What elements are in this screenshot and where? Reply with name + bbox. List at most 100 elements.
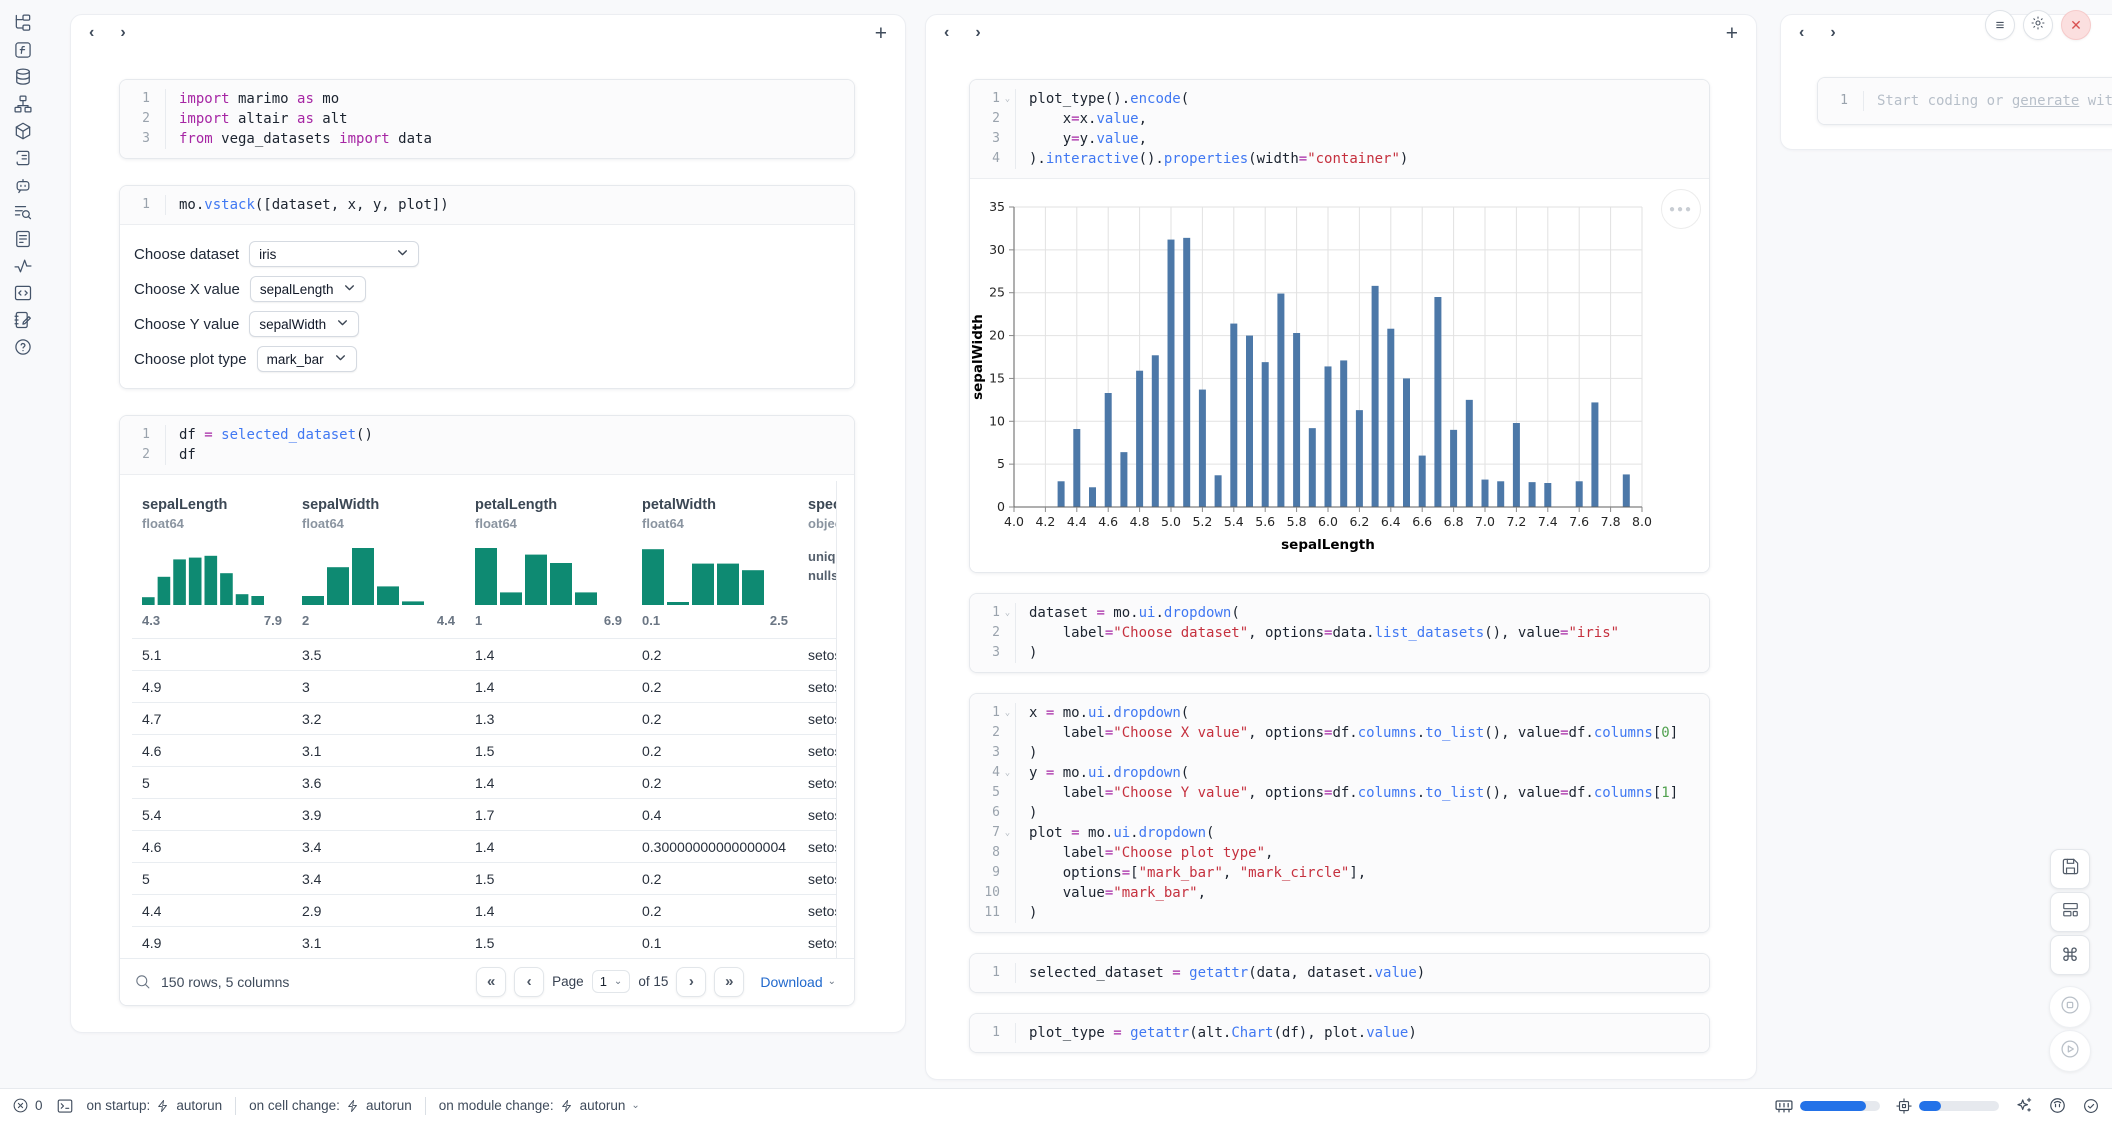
- chart-bar: [1105, 393, 1112, 507]
- chart-bar: [1591, 402, 1598, 507]
- code-line: 1⌄dataset = mo.ui.dropdown(: [970, 603, 1709, 623]
- memory-usage[interactable]: [1774, 1096, 1880, 1116]
- snippets-document-icon[interactable]: [12, 228, 34, 250]
- bar-chart[interactable]: 4.04.24.44.64.85.05.25.45.65.86.06.26.46…: [970, 181, 1709, 570]
- table-cell: setosa: [798, 831, 837, 863]
- code-editor[interactable]: 1plot_type = getattr(alt.Chart(df), plot…: [970, 1014, 1709, 1052]
- add-cell-button[interactable]: +: [1726, 23, 1738, 44]
- code-editor[interactable]: 1⌄dataset = mo.ui.dropdown(2 label="Choo…: [970, 594, 1709, 672]
- chevron-down-icon: [343, 281, 356, 297]
- play-icon: [2060, 1039, 2080, 1064]
- code-editor[interactable]: 1⌄plot_type().encode(2 x=x.value,3 y=y.v…: [970, 80, 1709, 178]
- table-row[interactable]: 5.13.51.40.2setosa: [132, 639, 837, 671]
- next-page-button[interactable]: ›: [676, 967, 706, 997]
- connection-status-icon[interactable]: [2082, 1097, 2100, 1115]
- last-page-button[interactable]: »: [714, 967, 744, 997]
- fold-toggle-icon[interactable]: ⌄: [1000, 89, 1015, 109]
- fold-toggle-icon[interactable]: ⌄: [1000, 703, 1015, 723]
- code-editor[interactable]: 1import marimo as mo2import altair as al…: [120, 80, 854, 158]
- scroll-left-button[interactable]: ‹: [89, 25, 94, 41]
- column-range: 0.12.5: [642, 613, 788, 632]
- chart-canvas: 4.04.24.44.64.85.05.25.45.65.86.06.26.46…: [970, 181, 1710, 565]
- layout-toggle-button[interactable]: [2050, 892, 2090, 932]
- code-line: 1plot_type = getattr(alt.Chart(df), plot…: [970, 1023, 1709, 1043]
- svg-text:35: 35: [989, 199, 1005, 214]
- stop-button[interactable]: [2049, 986, 2091, 1028]
- dropdown-select[interactable]: sepalLength: [250, 276, 367, 302]
- prev-page-button[interactable]: ‹: [514, 967, 544, 997]
- generate-with-ai-link[interactable]: generate: [2012, 93, 2079, 109]
- table-cell: 3.1: [292, 735, 465, 767]
- table-row[interactable]: 4.931.40.2setosa: [132, 671, 837, 703]
- table-row[interactable]: 4.63.11.50.2setosa: [132, 735, 837, 767]
- column-header[interactable]: petalWidthfloat640.12.5: [632, 481, 798, 639]
- dropdown-row: Choose datasetiris: [134, 241, 840, 267]
- code-editor[interactable]: 1⌄x = mo.ui.dropdown(2 label="Choose X v…: [970, 694, 1709, 932]
- settings-button[interactable]: [2023, 10, 2053, 40]
- code-editor[interactable]: 1df = selected_dataset()2df: [120, 416, 854, 474]
- scroll-right-button[interactable]: ›: [1830, 25, 1835, 41]
- notebook-edit-icon[interactable]: [12, 309, 34, 331]
- code-scratchpad-icon[interactable]: [12, 282, 34, 304]
- terminal-button[interactable]: [56, 1097, 74, 1115]
- dependency-graph-icon[interactable]: [12, 93, 34, 115]
- help-icon[interactable]: [12, 336, 34, 358]
- scroll-logs-icon[interactable]: [12, 147, 34, 169]
- function-square-icon[interactable]: [12, 39, 34, 61]
- table-row[interactable]: 5.43.91.70.4setosa: [132, 799, 837, 831]
- dropdown-select[interactable]: sepalWidth: [249, 311, 359, 337]
- code-editor[interactable]: 1 Start coding or generate with AI.: [1818, 78, 2112, 124]
- file-tree-icon[interactable]: [12, 12, 34, 34]
- fold-toggle-icon[interactable]: ⌄: [1000, 603, 1015, 623]
- ai-sparkles-button[interactable]: [2014, 1096, 2033, 1115]
- first-page-button[interactable]: «: [476, 967, 506, 997]
- table-footer: 150 rows, 5 columns « ‹ Page 1⌄ of 15 › …: [120, 958, 854, 1005]
- activity-pulse-icon[interactable]: [12, 255, 34, 277]
- on-startup-setting[interactable]: on startup: autorun: [87, 1098, 223, 1113]
- code-editor[interactable]: 1mo.vstack([dataset, x, y, plot]): [120, 186, 854, 224]
- table-row[interactable]: 53.61.40.2setosa: [132, 767, 837, 799]
- dropdown-select[interactable]: mark_bar: [257, 346, 357, 372]
- column-header[interactable]: petalLengthfloat6416.9: [465, 481, 632, 639]
- on-module-change-setting[interactable]: on module change: autorun ⌄: [439, 1098, 640, 1113]
- table-row[interactable]: 4.42.91.40.2setosa: [132, 895, 837, 927]
- table-row[interactable]: 4.93.11.50.1setosa: [132, 927, 837, 959]
- chart-actions-button[interactable]: ●●●: [1661, 189, 1701, 229]
- table-row[interactable]: 53.41.50.2setosa: [132, 863, 837, 895]
- cpu-usage[interactable]: [1895, 1097, 1999, 1115]
- chat-bot-icon[interactable]: [12, 174, 34, 196]
- package-cube-icon[interactable]: [12, 120, 34, 142]
- range-max: 2.5: [770, 613, 788, 628]
- fold-toggle-icon[interactable]: ⌄: [1000, 823, 1015, 843]
- fold-toggle-icon[interactable]: ⌄: [1000, 763, 1015, 783]
- column-header[interactable]: sepalLengthfloat644.37.9: [132, 481, 292, 639]
- download-button[interactable]: Download⌄: [760, 974, 836, 990]
- list-search-icon[interactable]: [12, 201, 34, 223]
- menu-button[interactable]: ≡: [1985, 10, 2015, 40]
- zap-icon: [346, 1099, 360, 1113]
- save-button[interactable]: [2050, 849, 2090, 889]
- scroll-right-button[interactable]: ›: [120, 25, 125, 41]
- search-icon[interactable]: [134, 973, 151, 990]
- line-gutter: 9: [970, 863, 1016, 883]
- run-button[interactable]: [2049, 1030, 2091, 1072]
- error-count[interactable]: 0: [12, 1097, 43, 1114]
- table-cell: 4.9: [132, 671, 292, 703]
- column-header[interactable]: speciesobjectuniquenulls:: [798, 481, 837, 639]
- table-cell: setosa: [798, 927, 837, 959]
- scroll-left-button[interactable]: ‹: [944, 25, 949, 41]
- scroll-right-button[interactable]: ›: [975, 25, 980, 41]
- database-icon[interactable]: [12, 66, 34, 88]
- copilot-button[interactable]: [2048, 1096, 2067, 1115]
- table-row[interactable]: 4.73.21.30.2setosa: [132, 703, 837, 735]
- page-select[interactable]: 1⌄: [592, 970, 631, 993]
- shutdown-button[interactable]: ✕: [2061, 10, 2091, 40]
- table-row[interactable]: 4.63.41.40.30000000000000004setosa: [132, 831, 837, 863]
- code-editor[interactable]: 1selected_dataset = getattr(data, datase…: [970, 954, 1709, 992]
- dropdown-select[interactable]: iris: [249, 241, 419, 267]
- scroll-left-button[interactable]: ‹: [1799, 25, 1804, 41]
- column-header[interactable]: sepalWidthfloat6424.4: [292, 481, 465, 639]
- add-cell-button[interactable]: +: [875, 23, 887, 44]
- on-cell-change-setting[interactable]: on cell change: autorun: [249, 1098, 412, 1113]
- keyboard-shortcuts-button[interactable]: ⌘: [2050, 935, 2090, 975]
